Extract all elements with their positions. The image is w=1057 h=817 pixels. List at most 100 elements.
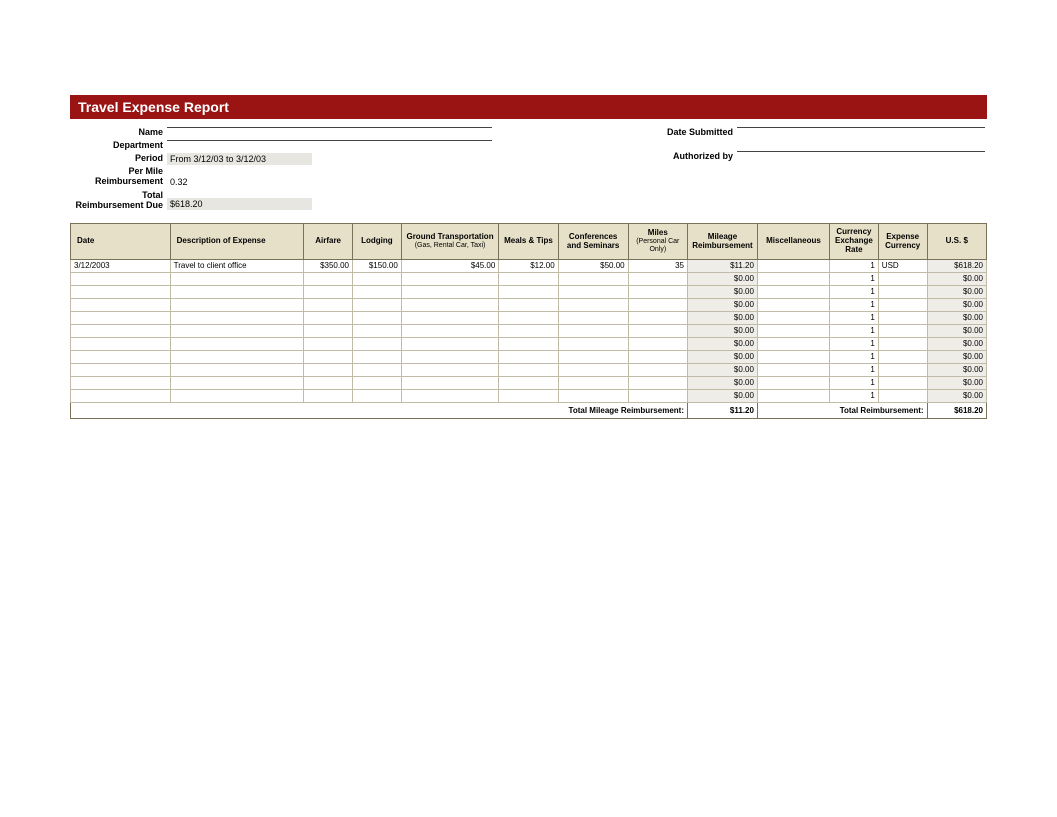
cell-exch[interactable]: 1 <box>830 337 879 350</box>
cell-airfare[interactable] <box>304 285 353 298</box>
cell-meals[interactable] <box>499 376 558 389</box>
cell-curr[interactable] <box>878 376 927 389</box>
cell-misc[interactable] <box>757 311 829 324</box>
cell-meals[interactable] <box>499 337 558 350</box>
cell-curr[interactable] <box>878 298 927 311</box>
cell-misc[interactable] <box>757 298 829 311</box>
cell-lodging[interactable] <box>353 285 402 298</box>
cell-date[interactable]: 3/12/2003 <box>71 259 171 272</box>
cell-airfare[interactable] <box>304 389 353 402</box>
cell-ground[interactable] <box>401 298 499 311</box>
cell-ground[interactable] <box>401 350 499 363</box>
cell-exch[interactable]: 1 <box>830 259 879 272</box>
cell-conf[interactable] <box>558 324 628 337</box>
cell-misc[interactable] <box>757 285 829 298</box>
cell-date[interactable] <box>71 376 171 389</box>
cell-desc[interactable] <box>170 376 304 389</box>
cell-exch[interactable]: 1 <box>830 376 879 389</box>
cell-exch[interactable]: 1 <box>830 350 879 363</box>
cell-miles[interactable] <box>628 285 687 298</box>
cell-exch[interactable]: 1 <box>830 324 879 337</box>
cell-date[interactable] <box>71 298 171 311</box>
cell-desc[interactable] <box>170 324 304 337</box>
cell-meals[interactable] <box>499 389 558 402</box>
cell-lodging[interactable] <box>353 337 402 350</box>
cell-airfare[interactable] <box>304 324 353 337</box>
cell-date[interactable] <box>71 389 171 402</box>
cell-date[interactable] <box>71 337 171 350</box>
cell-miles[interactable] <box>628 298 687 311</box>
cell-lodging[interactable] <box>353 272 402 285</box>
cell-airfare[interactable] <box>304 272 353 285</box>
cell-date[interactable] <box>71 324 171 337</box>
cell-misc[interactable] <box>757 350 829 363</box>
name-field[interactable] <box>167 127 492 128</box>
cell-curr[interactable] <box>878 350 927 363</box>
cell-miles[interactable] <box>628 363 687 376</box>
cell-lodging[interactable] <box>353 311 402 324</box>
cell-miles[interactable] <box>628 272 687 285</box>
cell-exch[interactable]: 1 <box>830 389 879 402</box>
cell-ground[interactable] <box>401 272 499 285</box>
cell-curr[interactable] <box>878 337 927 350</box>
date-submitted-field[interactable] <box>737 127 985 128</box>
cell-curr[interactable] <box>878 311 927 324</box>
cell-miles[interactable] <box>628 350 687 363</box>
cell-airfare[interactable] <box>304 337 353 350</box>
cell-ground[interactable] <box>401 337 499 350</box>
cell-desc[interactable] <box>170 350 304 363</box>
cell-date[interactable] <box>71 363 171 376</box>
permile-value[interactable]: 0.32 <box>167 177 492 187</box>
cell-miles[interactable] <box>628 324 687 337</box>
cell-ground[interactable] <box>401 363 499 376</box>
cell-meals[interactable]: $12.00 <box>499 259 558 272</box>
cell-curr[interactable] <box>878 324 927 337</box>
cell-curr[interactable] <box>878 285 927 298</box>
cell-miles[interactable] <box>628 311 687 324</box>
cell-misc[interactable] <box>757 324 829 337</box>
cell-conf[interactable] <box>558 376 628 389</box>
cell-airfare[interactable] <box>304 363 353 376</box>
cell-meals[interactable] <box>499 350 558 363</box>
cell-exch[interactable]: 1 <box>830 363 879 376</box>
cell-ground[interactable]: $45.00 <box>401 259 499 272</box>
cell-misc[interactable] <box>757 272 829 285</box>
department-field[interactable] <box>167 140 492 141</box>
cell-airfare[interactable] <box>304 376 353 389</box>
cell-conf[interactable] <box>558 298 628 311</box>
cell-lodging[interactable] <box>353 363 402 376</box>
cell-curr[interactable]: USD <box>878 259 927 272</box>
cell-curr[interactable] <box>878 272 927 285</box>
cell-conf[interactable] <box>558 389 628 402</box>
cell-misc[interactable] <box>757 363 829 376</box>
cell-meals[interactable] <box>499 311 558 324</box>
cell-curr[interactable] <box>878 363 927 376</box>
cell-exch[interactable]: 1 <box>830 311 879 324</box>
cell-date[interactable] <box>71 350 171 363</box>
cell-exch[interactable]: 1 <box>830 285 879 298</box>
cell-exch[interactable]: 1 <box>830 298 879 311</box>
cell-desc[interactable] <box>170 272 304 285</box>
cell-date[interactable] <box>71 311 171 324</box>
cell-misc[interactable] <box>757 259 829 272</box>
cell-desc[interactable] <box>170 337 304 350</box>
cell-lodging[interactable] <box>353 298 402 311</box>
cell-conf[interactable] <box>558 285 628 298</box>
cell-date[interactable] <box>71 285 171 298</box>
cell-meals[interactable] <box>499 285 558 298</box>
cell-lodging[interactable] <box>353 324 402 337</box>
cell-exch[interactable]: 1 <box>830 272 879 285</box>
cell-conf[interactable] <box>558 272 628 285</box>
cell-ground[interactable] <box>401 285 499 298</box>
cell-conf[interactable] <box>558 337 628 350</box>
cell-meals[interactable] <box>499 298 558 311</box>
cell-miles[interactable]: 35 <box>628 259 687 272</box>
cell-meals[interactable] <box>499 272 558 285</box>
cell-airfare[interactable] <box>304 311 353 324</box>
cell-date[interactable] <box>71 272 171 285</box>
cell-conf[interactable] <box>558 363 628 376</box>
cell-desc[interactable] <box>170 298 304 311</box>
cell-conf[interactable] <box>558 311 628 324</box>
cell-ground[interactable] <box>401 389 499 402</box>
cell-ground[interactable] <box>401 311 499 324</box>
